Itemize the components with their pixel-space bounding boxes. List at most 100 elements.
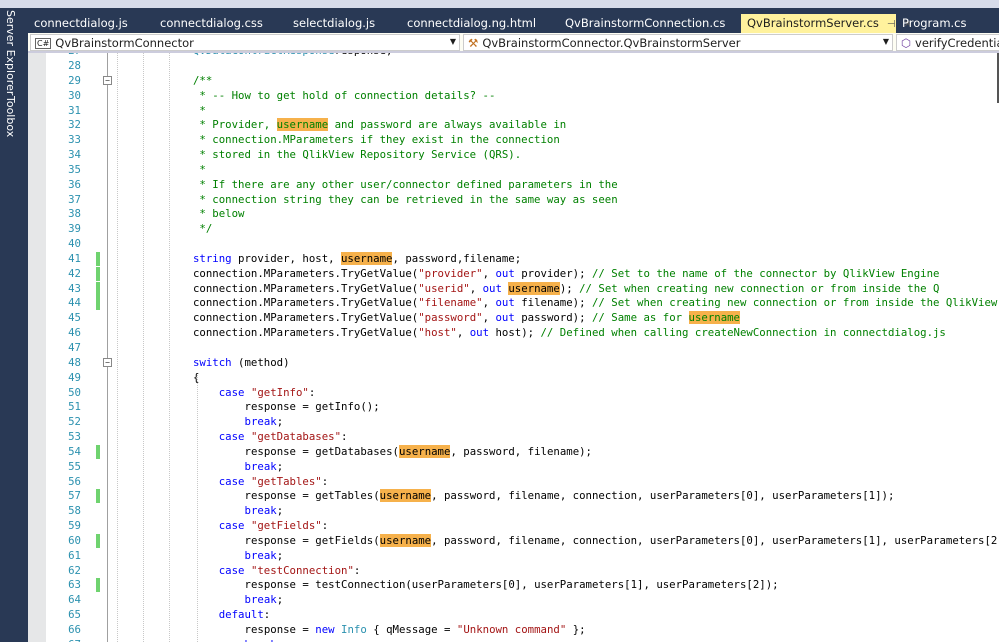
code-line[interactable]: 62 case "testConnection": bbox=[28, 563, 999, 578]
code-line[interactable]: 28 bbox=[28, 58, 999, 73]
pin-icon[interactable]: ⊣ bbox=[887, 19, 896, 30]
code-line[interactable]: 67 break; bbox=[28, 637, 999, 642]
code-token: , bbox=[482, 311, 496, 325]
server-explorer-tab[interactable]: Server Explorer bbox=[4, 10, 17, 95]
code-line[interactable]: 32 * Provider, username and password are… bbox=[28, 117, 999, 132]
code-line[interactable]: 52 break; bbox=[28, 414, 999, 429]
line-number: 58 bbox=[68, 504, 81, 518]
code-line[interactable]: 58 break; bbox=[28, 503, 999, 518]
highlighted-token: username bbox=[379, 489, 432, 503]
code-token: default bbox=[218, 608, 264, 622]
code-line[interactable]: 64 break; bbox=[28, 592, 999, 607]
code-token: "userid" bbox=[418, 281, 470, 295]
tab-connectdialog-ng-html[interactable]: connectdialog.ng.html bbox=[401, 14, 542, 33]
code-line[interactable]: 49 { bbox=[28, 370, 999, 385]
tab-connectdialog-js[interactable]: connectdialog.js bbox=[28, 14, 134, 33]
toolbar bbox=[0, 0, 999, 8]
tab-label: connectdialog.css bbox=[160, 16, 263, 30]
code-token: out bbox=[495, 311, 515, 325]
tab-label: connectdialog.ng.html bbox=[407, 16, 537, 30]
code-token: out bbox=[495, 296, 515, 310]
code-token: out bbox=[469, 326, 490, 340]
code-line[interactable]: 55 break; bbox=[28, 459, 999, 474]
line-number: 65 bbox=[68, 608, 81, 622]
project-dropdown[interactable]: C# QvBrainstormConnector ▼ bbox=[30, 34, 460, 51]
code-text: response = testConnection(userParameters… bbox=[245, 577, 779, 592]
code-text: case "testConnection": bbox=[219, 563, 361, 578]
code-token: response = testConnection(userParameters… bbox=[244, 578, 779, 592]
collapse-icon[interactable]: − bbox=[103, 357, 112, 367]
code-line[interactable]: 42 connection.MParameters.TryGetValue("pr… bbox=[28, 266, 999, 281]
code-token: { qMessage = bbox=[366, 622, 457, 636]
line-number: 59 bbox=[68, 519, 81, 533]
code-line[interactable]: 59 case "getFields": bbox=[28, 518, 999, 533]
collapse-icon[interactable]: − bbox=[103, 75, 112, 85]
code-token: , password, filename); bbox=[450, 444, 592, 458]
code-line[interactable]: 47 bbox=[28, 340, 999, 355]
code-line[interactable]: 57 response = getTables(username, passwor… bbox=[28, 488, 999, 504]
tab-selectdialog-js[interactable]: selectdialog.js bbox=[287, 14, 381, 33]
code-text: case "getDatabases": bbox=[219, 429, 348, 444]
code-line[interactable]: 46 connection.MParameters.TryGetValue("ho… bbox=[28, 325, 999, 340]
class-name: QvBrainstormConnector.QvBrainstormServer bbox=[482, 36, 741, 50]
code-line[interactable]: 34 * stored in the QlikView Repository S… bbox=[28, 147, 999, 162]
code-token: ; bbox=[276, 548, 284, 562]
code-token: , password,filename; bbox=[392, 251, 522, 265]
code-line[interactable]: 30 * -- How to get hold of connection de… bbox=[28, 88, 999, 103]
highlighted-token: username bbox=[276, 118, 329, 132]
code-token: break bbox=[244, 593, 277, 607]
code-token: break bbox=[244, 459, 277, 473]
code-line[interactable]: 38 * below bbox=[28, 206, 999, 221]
code-line[interactable]: 40 bbox=[28, 236, 999, 251]
code-text: response = getDatabases(username, passwo… bbox=[245, 444, 592, 459]
code-line[interactable]: 61 break; bbox=[28, 548, 999, 563]
code-line[interactable]: 63 response = testConnection(userParamete… bbox=[28, 577, 999, 593]
code-line[interactable]: 43 connection.MParameters.TryGetValue("us… bbox=[28, 281, 999, 296]
code-line[interactable]: 54 response = getDatabases(username, pass… bbox=[28, 444, 999, 459]
change-marker bbox=[96, 266, 100, 281]
member-dropdown[interactable]: ⬡verifyCredentials( bbox=[896, 34, 999, 51]
tab-qvbrainstormconnection-cs[interactable]: QvBrainstormConnection.cs bbox=[559, 14, 731, 33]
change-marker bbox=[96, 578, 100, 593]
code-line[interactable]: 53 case "getDatabases": bbox=[28, 429, 999, 444]
code-line[interactable]: 44 connection.MParameters.TryGetValue("fi… bbox=[28, 295, 999, 311]
code-line[interactable]: 56 case "getTables": bbox=[28, 474, 999, 489]
code-line[interactable]: 51 response = getInfo(); bbox=[28, 399, 999, 414]
code-line[interactable]: 35 * bbox=[28, 162, 999, 177]
highlighted-token: username bbox=[341, 251, 393, 265]
type-dropdown[interactable]: ⚒ QvBrainstormConnector.QvBrainstormServe… bbox=[463, 34, 893, 51]
code-token: "password" bbox=[418, 311, 483, 325]
code-line[interactable]: 50 case "getInfo": bbox=[28, 385, 999, 400]
toolbox-tab[interactable]: Toolbox bbox=[4, 96, 17, 137]
code-line[interactable]: 37 * connection string they can be retri… bbox=[28, 192, 999, 207]
code-line[interactable]: 41 string provider, host, username, passw… bbox=[28, 251, 999, 266]
code-text: */ bbox=[193, 221, 212, 236]
line-number: 34 bbox=[68, 148, 81, 162]
tab-program-cs[interactable]: Program.cs bbox=[896, 14, 973, 33]
member-name: verifyCredentials( bbox=[915, 36, 999, 50]
line-number: 38 bbox=[68, 207, 81, 221]
code-line[interactable]: 31 * bbox=[28, 103, 999, 118]
tab-connectdialog-css[interactable]: connectdialog.css bbox=[154, 14, 269, 33]
code-text: string provider, host, username, passwor… bbox=[193, 251, 521, 266]
code-line[interactable]: 36 * If there are any other user/connect… bbox=[28, 177, 999, 192]
line-number: 52 bbox=[68, 415, 81, 429]
code-token: , password, filename, connection, userPa… bbox=[431, 489, 895, 503]
code-line[interactable]: 66 response = new Info { qMessage = "Unkn… bbox=[28, 622, 999, 637]
code-text: break; bbox=[245, 503, 284, 518]
code-line[interactable]: 39 */ bbox=[28, 221, 999, 236]
code-line[interactable]: 60 response = getFields(username, passwor… bbox=[28, 533, 999, 548]
code-line[interactable]: 29 − /** bbox=[28, 73, 999, 88]
code-line[interactable]: 48 − switch (method) bbox=[28, 355, 999, 370]
tab-qvbrainstormserver-cs[interactable]: QvBrainstormServer.cs ⊣ ✕ bbox=[741, 14, 912, 33]
line-number: 55 bbox=[68, 459, 81, 473]
code-line[interactable]: 65 default: bbox=[28, 607, 999, 622]
line-number: 41 bbox=[68, 251, 81, 265]
line-number: 48 bbox=[68, 355, 81, 369]
code-token: break bbox=[244, 415, 277, 429]
code-editor[interactable]: 27QvDataContractResponseresponse;2829−/*… bbox=[28, 53, 999, 642]
chevron-down-icon: ▼ bbox=[449, 37, 456, 46]
line-number: 37 bbox=[68, 192, 81, 206]
code-line[interactable]: 45 connection.MParameters.TryGetValue("pa… bbox=[28, 310, 999, 325]
code-line[interactable]: 33 * connection.MParameters if they exis… bbox=[28, 132, 999, 147]
